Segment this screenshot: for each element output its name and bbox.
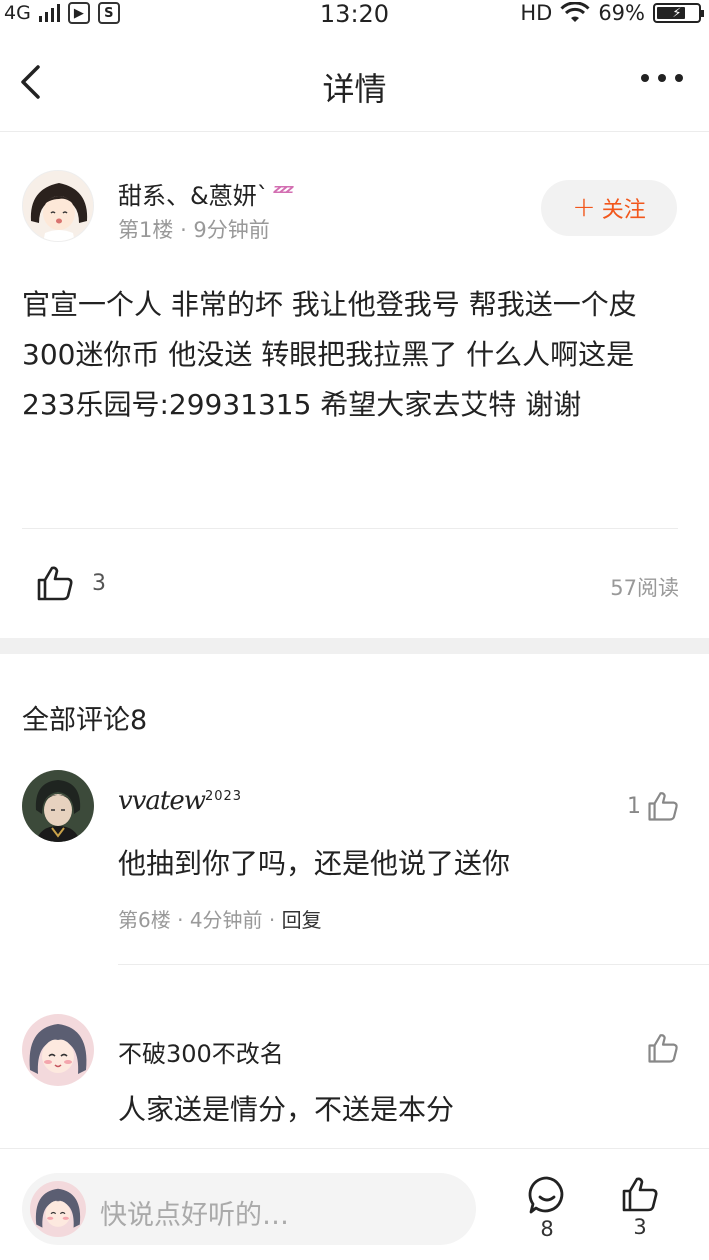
comment-input[interactable]: 快说点好听的… — [22, 1173, 476, 1245]
plus-icon: + — [572, 190, 596, 223]
section-separator — [0, 638, 709, 654]
commenter-avatar[interactable] — [22, 770, 94, 842]
divider — [118, 964, 709, 965]
author-avatar[interactable] — [22, 170, 94, 242]
hd-indicator: HD — [520, 1, 553, 25]
battery-percent: 69% — [598, 1, 645, 25]
follow-button[interactable]: + 关注 — [541, 180, 677, 236]
thumbs-up-icon — [648, 792, 678, 821]
post-like-button[interactable]: 3 — [36, 564, 106, 602]
comment-like-count: 1 — [627, 793, 641, 819]
my-avatar — [30, 1181, 86, 1237]
wifi-icon — [560, 2, 590, 22]
reply-link[interactable]: 回复 — [282, 908, 322, 932]
commenter-avatar[interactable] — [22, 1014, 94, 1086]
comment-count: 8 — [540, 1217, 554, 1241]
comment-text: 他抽到你了吗，还是他说了送你 — [118, 847, 511, 880]
thumbs-up-icon — [37, 566, 73, 601]
post-meta: 第1楼 · 9分钟前 — [118, 218, 270, 242]
comment-meta: 第6楼 · 4分钟前 · 回复 — [118, 908, 322, 932]
comments-header: 全部评论8 — [22, 705, 148, 736]
author-name[interactable]: 甜系、&蒽妍` ᶻᶻᶻ — [118, 176, 294, 211]
bottom-action-bar: 快说点好听的… 8 3 — [0, 1148, 709, 1260]
sleep-emoji-icon: ᶻᶻᶻ — [272, 181, 294, 206]
thumbs-up-icon — [622, 1177, 658, 1212]
post-time: 9分钟前 — [193, 218, 270, 242]
like-count: 3 — [633, 1215, 647, 1239]
post-floor: 第1楼 — [118, 218, 174, 242]
navigation-bar: 详情 — [0, 30, 709, 132]
comment-like-button[interactable] — [641, 1032, 679, 1064]
comment-input-placeholder: 快说点好听的… — [100, 1200, 289, 1231]
comments-button[interactable]: 8 — [517, 1175, 577, 1241]
commenter-name[interactable]: vvatew2023 — [118, 786, 242, 816]
post-body: 官宣一个人 非常的坏 我让他登我号 帮我送一个皮 300迷你币 他没送 转眼把我… — [22, 288, 637, 421]
read-count: 57阅读 — [610, 576, 679, 600]
post-like-count: 3 — [92, 570, 106, 596]
commenter-name[interactable]: 不破300不改名 — [118, 1034, 284, 1069]
divider — [22, 528, 678, 529]
page-title: 详情 — [322, 70, 387, 108]
more-options-icon[interactable] — [641, 74, 683, 82]
thumbs-up-icon — [648, 1034, 678, 1063]
bottom-like-button[interactable]: 3 — [610, 1175, 670, 1239]
battery-icon: ⚡ — [653, 3, 704, 23]
status-bar: 4G ▶ S 13:20 HD 69% ⚡ — [0, 0, 709, 30]
comment-bubble-icon — [528, 1176, 564, 1214]
comment-like-button[interactable]: 1 — [627, 790, 679, 822]
follow-label: 关注 — [601, 198, 646, 223]
comment-text: 人家送是情分，不送是本分 — [118, 1093, 455, 1126]
